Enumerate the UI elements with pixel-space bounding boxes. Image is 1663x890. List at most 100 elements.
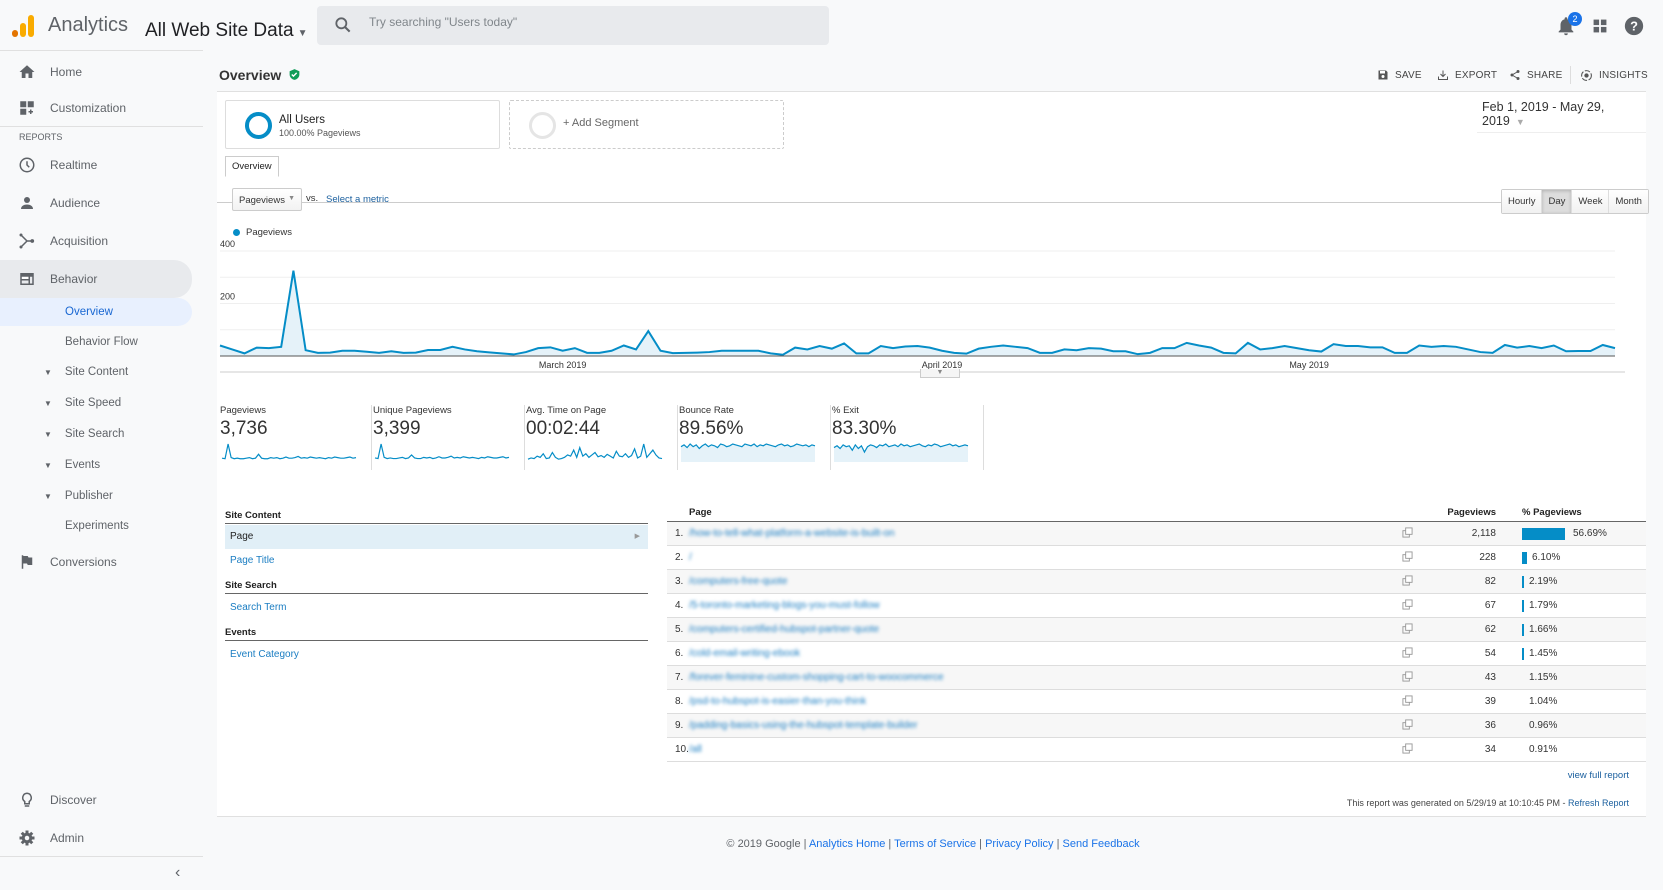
data-point[interactable] (731, 348, 737, 354)
data-point[interactable] (1049, 350, 1055, 356)
data-point[interactable] (584, 350, 590, 356)
data-point[interactable] (1367, 344, 1373, 350)
data-point[interactable] (339, 348, 345, 354)
sidebar-item-customization[interactable]: Customization (0, 90, 192, 126)
sidebar-item-discover[interactable]: Discover (0, 782, 192, 818)
data-point[interactable] (829, 346, 835, 352)
open-page-icon[interactable] (1402, 647, 1413, 658)
data-point[interactable] (474, 348, 480, 354)
sidebar-item-home[interactable]: Home (0, 54, 192, 90)
metric-dropdown[interactable]: Pageviews ▼ (232, 188, 302, 211)
data-point[interactable] (817, 343, 823, 349)
data-point[interactable] (706, 349, 712, 355)
data-point[interactable] (535, 345, 541, 351)
data-point[interactable] (401, 350, 407, 356)
sidebar-item-site-content[interactable]: ▼ Site Content (0, 358, 192, 386)
page-link[interactable]: /psd-to-hubspot-is-easier-than-you-think (689, 696, 866, 707)
data-point[interactable] (1245, 340, 1251, 346)
data-point[interactable] (1465, 346, 1471, 352)
data-point[interactable] (853, 350, 859, 356)
data-point[interactable] (352, 348, 358, 354)
segment-all-users[interactable]: All Users 100.00% Pageviews (225, 100, 500, 149)
data-point[interactable] (878, 343, 884, 349)
data-point[interactable] (1404, 350, 1410, 356)
data-point[interactable] (1588, 348, 1594, 354)
data-point[interactable] (1123, 348, 1129, 354)
data-point[interactable] (376, 350, 382, 356)
data-point[interactable] (1220, 350, 1226, 356)
page-link[interactable]: /how-to-tell-what-platform-a-website-is-… (689, 528, 895, 539)
data-point[interactable] (1551, 343, 1557, 349)
sidebar-item-experiments[interactable]: Experiments (0, 512, 192, 540)
data-point[interactable] (572, 345, 578, 351)
data-point[interactable] (327, 350, 333, 356)
data-point[interactable] (450, 344, 456, 350)
data-point[interactable] (560, 348, 566, 354)
export-button[interactable]: EXPORT (1437, 69, 1497, 81)
open-page-icon[interactable] (1402, 671, 1413, 682)
view-full-report-link[interactable]: view full report (1568, 770, 1629, 781)
sidebar-item-behavior-overview[interactable]: Overview (0, 298, 192, 326)
data-point[interactable] (1074, 347, 1080, 353)
data-point[interactable] (902, 344, 908, 350)
scorecard--exit[interactable]: % Exit 83.30% (832, 405, 984, 470)
data-point[interactable] (290, 268, 296, 274)
data-point[interactable] (633, 346, 639, 352)
data-point[interactable] (804, 346, 810, 352)
data-point[interactable] (1343, 343, 1349, 349)
select-metric-link[interactable]: Select a metric (326, 194, 389, 205)
data-point[interactable] (547, 344, 553, 350)
data-point[interactable] (1233, 350, 1239, 356)
data-point[interactable] (755, 348, 761, 354)
sidebar-item-audience[interactable]: Audience (0, 185, 192, 221)
data-point[interactable] (1392, 350, 1398, 356)
data-point[interactable] (1012, 344, 1018, 350)
data-point[interactable] (951, 350, 957, 356)
data-point[interactable] (780, 352, 786, 358)
page-link[interactable]: / (689, 552, 692, 563)
sidebar-item-realtime[interactable]: Realtime (0, 147, 192, 183)
data-point[interactable] (1502, 342, 1508, 348)
data-point[interactable] (976, 346, 982, 352)
sidebar-item-conversions[interactable]: Conversions (0, 544, 192, 580)
data-point[interactable] (1526, 343, 1532, 349)
data-point[interactable] (1428, 344, 1434, 350)
open-page-icon[interactable] (1402, 575, 1413, 586)
granularity-day[interactable]: Day (1542, 190, 1573, 213)
scorecard-bounce-rate[interactable]: Bounce Rate 89.56% (679, 405, 831, 470)
page-link[interactable]: /computers-free-quote (689, 576, 787, 587)
footer-link-analytics-home[interactable]: Analytics Home (809, 838, 885, 850)
data-point[interactable] (217, 343, 223, 349)
data-point[interactable] (437, 347, 443, 353)
data-point[interactable] (1600, 342, 1606, 348)
data-point[interactable] (315, 350, 321, 356)
data-point[interactable] (425, 347, 431, 353)
footer-link-terms[interactable]: Terms of Service (894, 838, 976, 850)
data-point[interactable] (1612, 345, 1618, 351)
data-point[interactable] (670, 350, 676, 356)
tab-overview[interactable]: Overview (225, 156, 279, 177)
sidebar-item-site-search[interactable]: ▼ Site Search (0, 420, 192, 448)
data-point[interactable] (1453, 344, 1459, 350)
data-point[interactable] (658, 348, 664, 354)
data-point[interactable] (1061, 346, 1067, 352)
data-point[interactable] (266, 345, 272, 351)
data-point[interactable] (1025, 345, 1031, 351)
sidebar-item-behavior[interactable]: Behavior (0, 260, 192, 298)
help-icon[interactable]: ? (1623, 15, 1645, 37)
data-point[interactable] (1306, 347, 1312, 353)
data-point[interactable] (1318, 349, 1324, 355)
data-point[interactable] (927, 345, 933, 351)
page-link[interactable]: /all (689, 744, 702, 755)
dimension-page[interactable]: Page ▶ (225, 525, 648, 549)
collapse-sidebar-chevron-icon[interactable]: ‹ (175, 864, 180, 882)
granularity-week[interactable]: Week (1572, 190, 1610, 213)
data-point[interactable] (1477, 349, 1483, 355)
dimension-page-title[interactable]: Page Title (225, 549, 648, 573)
open-page-icon[interactable] (1402, 551, 1413, 562)
data-point[interactable] (229, 346, 235, 352)
data-point[interactable] (388, 348, 394, 354)
granularity-month[interactable]: Month (1609, 190, 1648, 213)
data-point[interactable] (621, 343, 627, 349)
insights-button[interactable]: INSIGHTS (1580, 69, 1648, 82)
